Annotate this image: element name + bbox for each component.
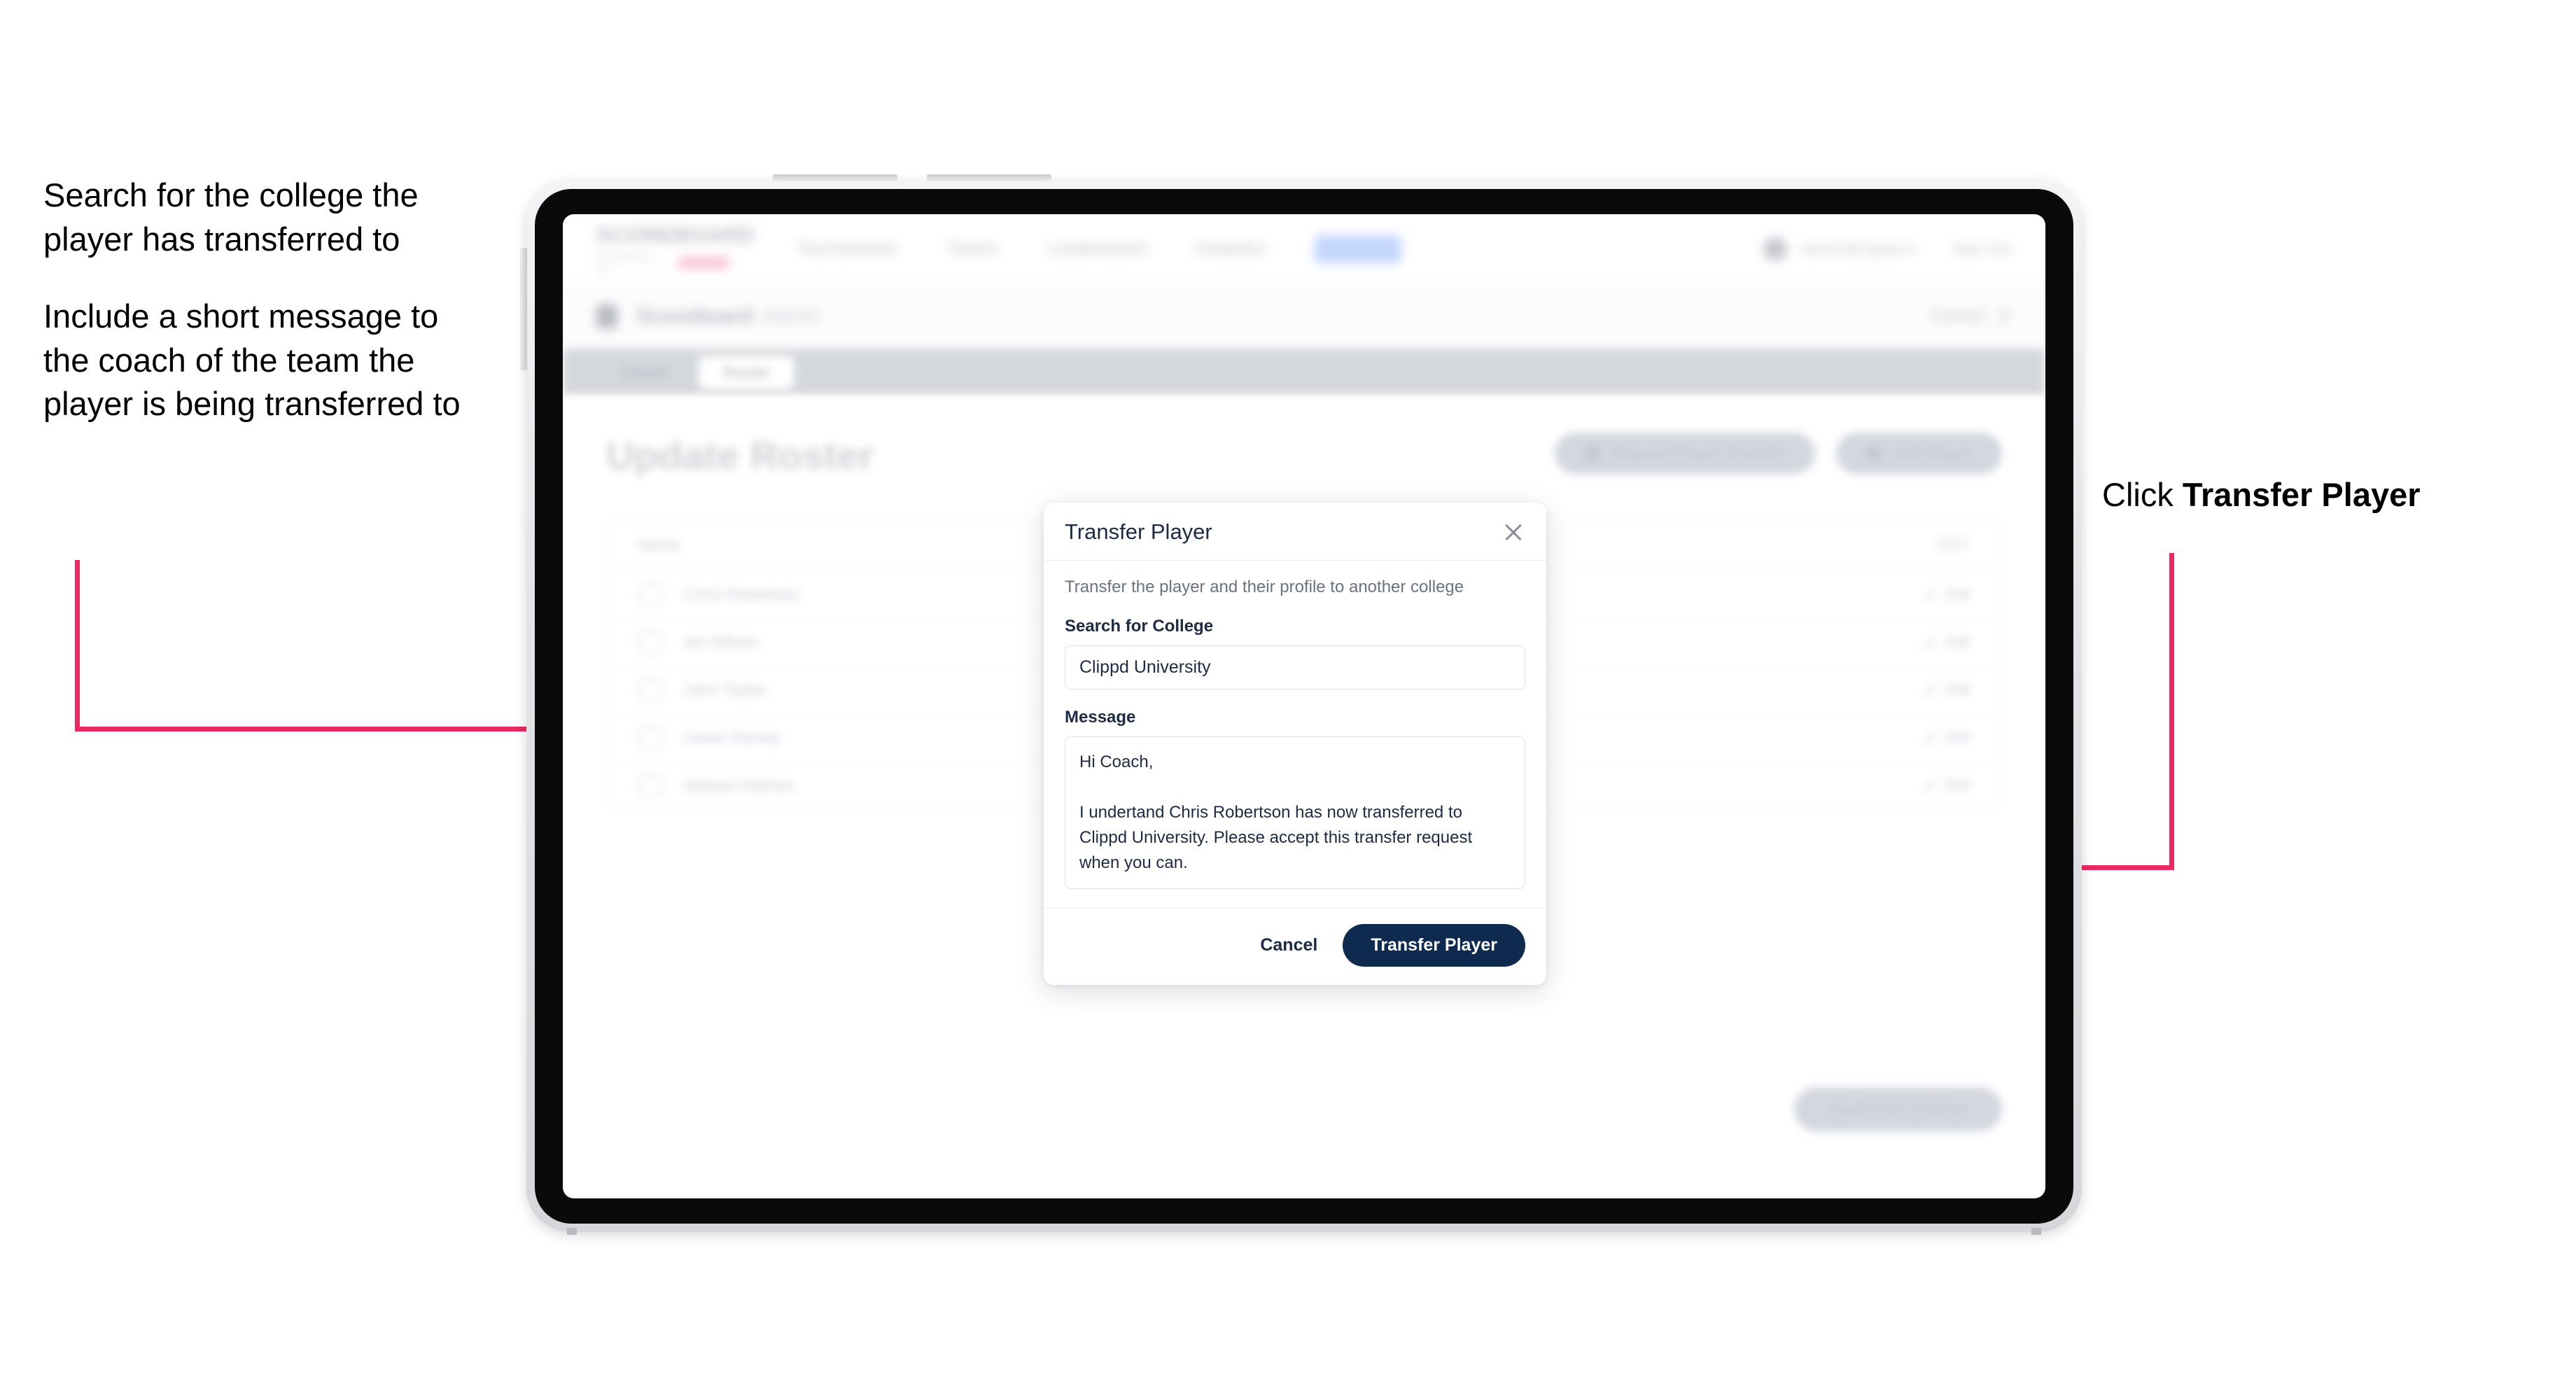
edit-player-button[interactable]: Edit xyxy=(1922,634,1970,651)
volume-down-button[interactable] xyxy=(927,174,1051,181)
app-logo-main: SCOREBOARD xyxy=(596,223,755,247)
power-button[interactable] xyxy=(520,248,527,370)
pencil-icon xyxy=(1922,588,1935,601)
speaker-left-icon xyxy=(567,1228,577,1235)
scoreboard-icon xyxy=(596,304,617,328)
speaker-right-icon xyxy=(2031,1228,2041,1235)
message-textarea[interactable] xyxy=(1065,736,1525,889)
edit-player-button[interactable]: Edit xyxy=(1922,586,1970,603)
edit-player-button[interactable]: Edit xyxy=(1922,729,1970,746)
player-name: John Taylor xyxy=(684,680,766,699)
nav-item-analytics[interactable]: Analytics xyxy=(1196,239,1266,259)
annotation-right: Click Transfer Player xyxy=(2102,473,2421,516)
field-spacer xyxy=(1065,690,1525,708)
nav-item-leaderboard[interactable]: Leaderboard xyxy=(1047,239,1147,259)
edit-player-label: Edit xyxy=(1945,586,1970,603)
close-icon[interactable] xyxy=(1502,520,1525,544)
edit-player-button[interactable]: Edit xyxy=(1922,777,1970,794)
annotation-right-bold: Transfer Player xyxy=(2182,476,2421,513)
dialog-title: Transfer Player xyxy=(1065,519,1212,544)
dialog-footer: Cancel Transfer Player xyxy=(1044,908,1546,985)
cancel-button[interactable]: Cancel xyxy=(1260,935,1317,955)
request-player-transfer-label: Request Player Transfer xyxy=(1611,444,1785,462)
segmented-tab-bar: Details Roster xyxy=(563,349,2045,396)
annotation-arrow-left-vertical xyxy=(75,560,80,730)
avatar[interactable] xyxy=(1763,237,1788,261)
app-logo-sub: POWERED BY Clippd xyxy=(596,252,729,274)
pencil-icon xyxy=(1922,731,1935,744)
edit-player-label: Edit xyxy=(1945,729,1970,746)
transfer-icon xyxy=(1586,446,1600,461)
annotation-left-line-1: Search for the college the player has tr… xyxy=(43,176,419,258)
app-logo-sub-text: POWERED BY xyxy=(596,251,657,274)
plus-icon xyxy=(1867,446,1882,461)
sub-header-cancel-label: Cancel xyxy=(1930,306,1985,326)
search-college-input[interactable] xyxy=(1065,645,1525,690)
player-avatar-icon xyxy=(638,773,663,798)
edit-player-label: Edit xyxy=(1945,777,1970,793)
dialog-body: Transfer the player and their profile to… xyxy=(1044,561,1546,908)
volume-up-button[interactable] xyxy=(773,174,897,181)
roster-column-edit: EDIT xyxy=(1937,536,1970,553)
page-title: Update Roster xyxy=(606,433,874,477)
save-and-continue-button[interactable]: Save And Continue xyxy=(1794,1087,2002,1131)
page-title-row: Update Roster Request Player Transfer Ad… xyxy=(606,433,2002,478)
nav-item-admin[interactable]: Admin xyxy=(1315,234,1402,263)
main-nav: Tournaments Teams Leaderboard Analytics … xyxy=(797,234,1402,263)
player-avatar-icon xyxy=(638,677,663,703)
annotation-left-line-2: Include a short message to the coach of … xyxy=(43,298,461,422)
add-player-button[interactable]: Add Player xyxy=(1836,433,2002,474)
college-field-label: Search for College xyxy=(1065,617,1214,636)
pencil-icon xyxy=(1922,683,1935,696)
transfer-player-button[interactable]: Transfer Player xyxy=(1343,924,1525,967)
transfer-player-dialog: Transfer Player Transfer the player and … xyxy=(1044,503,1546,985)
app-logo-badge: Clippd xyxy=(678,257,729,269)
annotation-left: Search for the college the player has tr… xyxy=(43,174,491,426)
roster-column-name: Name xyxy=(638,536,681,554)
app-logo[interactable]: SCOREBOARD POWERED BY Clippd xyxy=(596,223,755,274)
message-field-label: Message xyxy=(1065,708,1136,727)
player-name: Lewis Harvey xyxy=(684,728,781,746)
player-name: Ian Wilson xyxy=(684,633,760,651)
sign-out-link[interactable]: Sign Out xyxy=(1952,240,2012,258)
edit-player-label: Edit xyxy=(1945,681,1970,698)
nav-item-teams[interactable]: Teams xyxy=(947,239,999,259)
tab-roster[interactable]: Roster xyxy=(699,356,794,389)
annotation-arrow-right-vertical xyxy=(2169,553,2174,869)
sub-header-cancel-button[interactable]: Cancel ✕ xyxy=(1930,306,2012,327)
player-avatar-icon xyxy=(638,724,663,750)
edit-player-label: Edit xyxy=(1945,634,1970,650)
pencil-icon xyxy=(1922,636,1935,649)
dialog-header: Transfer Player xyxy=(1044,503,1546,561)
pencil-icon xyxy=(1922,779,1935,792)
app-header: SCOREBOARD POWERED BY Clippd Tournaments… xyxy=(563,214,2045,284)
nav-item-tournaments[interactable]: Tournaments xyxy=(797,239,898,259)
dialog-description: Transfer the player and their profile to… xyxy=(1065,578,1464,596)
request-player-transfer-button[interactable]: Request Player Transfer xyxy=(1555,433,1816,474)
add-player-label: Add Player xyxy=(1892,444,1971,462)
sub-header-title: Scoreboard xyxy=(637,304,754,328)
player-avatar-icon xyxy=(638,629,663,655)
screenshot-stage: Search for the college the player has tr… xyxy=(0,0,2576,1386)
annotation-right-prefix: Click xyxy=(2102,476,2183,513)
header-right-group: admin@clippd.io Sign Out xyxy=(1763,237,2012,261)
player-name: Nathan Holmes xyxy=(684,776,795,794)
page-actions: Request Player Transfer Add Player xyxy=(1555,433,2002,474)
player-name: Chris Robertson xyxy=(684,585,801,603)
edit-player-button[interactable]: Edit xyxy=(1922,681,1970,699)
user-email: admin@clippd.io xyxy=(1801,239,1916,258)
close-x-icon: ✕ xyxy=(1997,306,2012,326)
tab-details[interactable]: Details xyxy=(596,356,693,389)
sub-header: Scoreboard Admin Cancel ✕ xyxy=(563,284,2045,349)
player-avatar-icon xyxy=(638,582,663,608)
sub-header-title-secondary: Admin xyxy=(762,304,822,328)
